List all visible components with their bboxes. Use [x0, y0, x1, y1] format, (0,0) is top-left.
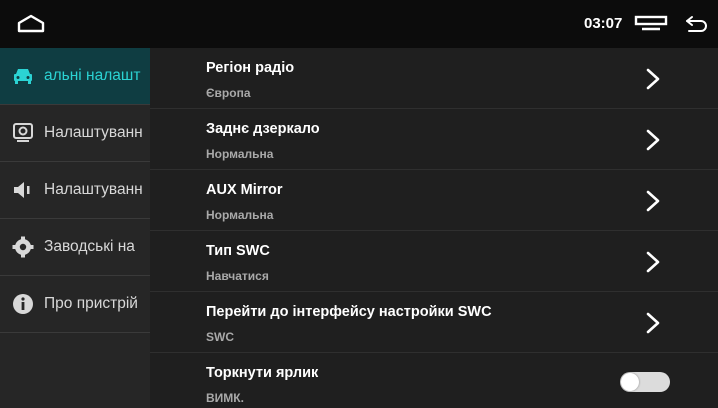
clock: 03:07: [584, 15, 623, 32]
speaker-icon: [14, 182, 30, 198]
status-bar: 03:07: [0, 0, 718, 48]
chevron-right-icon: [646, 68, 660, 90]
chevron-right-icon: [646, 312, 660, 334]
chevron-right-icon: [646, 129, 660, 151]
setting-swc-type[interactable]: Тип SWC Навчатися: [150, 231, 718, 292]
recents-icon[interactable]: [634, 15, 668, 33]
setting-rear-mirror[interactable]: Заднє дзеркало Нормальна: [150, 109, 718, 170]
settings-sidebar: альні налашт Налаштуванн Налаштуванн Зав…: [0, 48, 150, 408]
setting-title: Заднє дзеркало: [206, 121, 320, 137]
setting-title: AUX Mirror: [206, 182, 283, 198]
sidebar-item-factory[interactable]: Заводські на: [0, 219, 150, 276]
setting-title: Регіон радіо: [206, 60, 295, 76]
sidebar-item-label: Налаштуванн: [44, 181, 143, 198]
sidebar-item-about[interactable]: Про пристрій: [0, 276, 150, 333]
setting-radio-region[interactable]: Регіон радіо Європа: [150, 48, 718, 109]
setting-title: Торкнути ярлик: [206, 365, 319, 381]
info-icon: [13, 294, 33, 314]
sidebar-item-label: Налаштуванн: [44, 124, 143, 141]
setting-value: SWC: [206, 330, 234, 344]
sidebar-item-label: Заводські на: [44, 238, 135, 255]
setting-value: ВИМК.: [206, 391, 244, 405]
sidebar-item-display[interactable]: Налаштуванн: [0, 105, 150, 162]
sidebar-item-label: альні налашт: [44, 67, 141, 84]
touch-shortcut-toggle[interactable]: [620, 372, 670, 392]
setting-title: Перейти до інтерфейсу настройки SWC: [206, 304, 492, 320]
setting-value: Навчатися: [206, 269, 269, 283]
sidebar-item-label: Про пристрій: [44, 295, 138, 312]
home-icon[interactable]: [16, 14, 46, 34]
back-icon[interactable]: [684, 13, 710, 35]
setting-value: Нормальна: [206, 208, 274, 222]
setting-swc-interface[interactable]: Перейти до інтерфейсу настройки SWC SWC: [150, 292, 718, 353]
sidebar-item-sound[interactable]: Налаштуванн: [0, 162, 150, 219]
setting-aux-mirror[interactable]: AUX Mirror Нормальна: [150, 170, 718, 231]
setting-value: Нормальна: [206, 147, 274, 161]
settings-list: Регіон радіо Європа Заднє дзеркало Норма…: [150, 48, 718, 408]
display-settings-icon: [13, 123, 33, 142]
sidebar-item-general[interactable]: альні налашт: [0, 48, 150, 105]
toggle-knob: [621, 373, 639, 391]
chevron-right-icon: [646, 190, 660, 212]
gear-icon: [12, 236, 34, 258]
chevron-right-icon: [646, 251, 660, 273]
setting-value: Європа: [206, 86, 251, 100]
car-icon: [14, 69, 32, 84]
setting-title: Тип SWC: [206, 243, 270, 259]
